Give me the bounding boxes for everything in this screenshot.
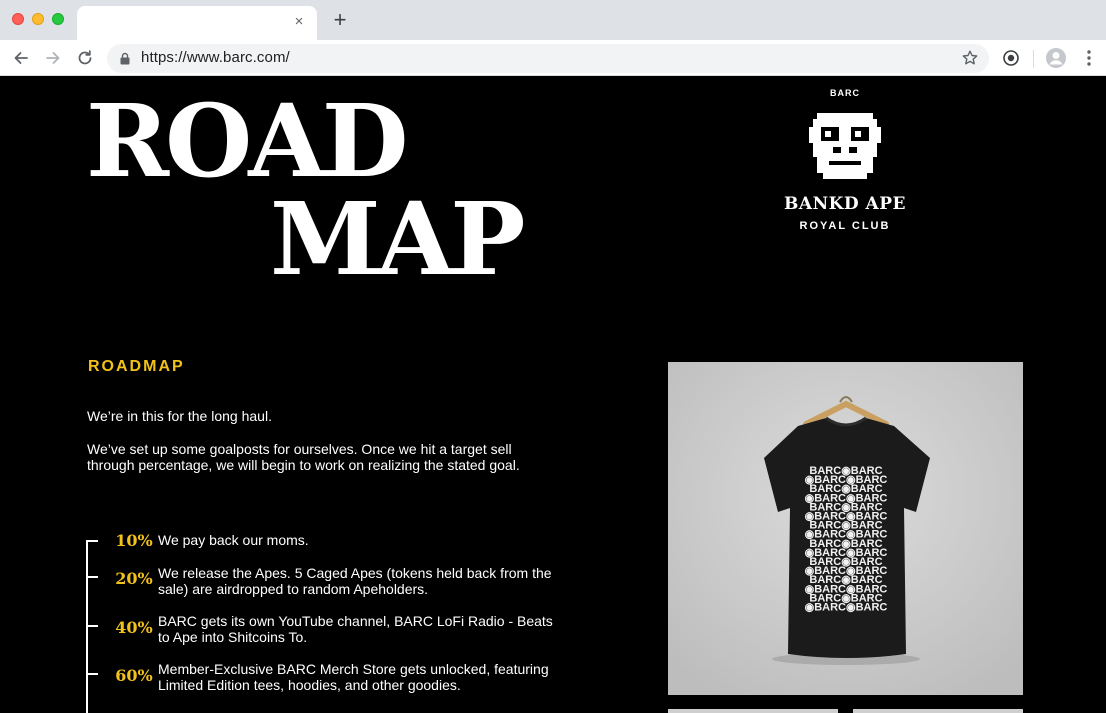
brand-small-label: BARC	[830, 88, 860, 98]
milestone-text: We pay back our moms.	[158, 532, 309, 548]
back-icon[interactable]	[9, 46, 33, 70]
menu-icon[interactable]	[1078, 47, 1100, 69]
maximize-window-button[interactable]	[52, 13, 64, 25]
browser-toolbar: https://www.barc.com/	[0, 40, 1106, 76]
milestone-percent: 60%	[115, 666, 153, 685]
star-icon[interactable]	[961, 49, 979, 67]
ape-logo-icon	[809, 113, 881, 179]
minimize-window-button[interactable]	[32, 13, 44, 25]
new-tab-icon[interactable]: +	[330, 9, 350, 31]
milestone-text: BARC gets its own YouTube channel, BARC …	[158, 613, 553, 645]
toolbar-divider	[1033, 50, 1034, 68]
hero-title-map: MAP	[270, 180, 525, 298]
milestone-text: We release the Apes. 5 Caged Apes (token…	[158, 565, 552, 597]
forward-icon[interactable]	[41, 46, 65, 70]
shirt-print-row: ◉BARC◉BARC	[805, 602, 888, 614]
brand-subtitle: ROYAL CLUB	[799, 220, 891, 232]
section-title: ROADMAP	[88, 358, 185, 375]
reload-icon[interactable]	[73, 46, 97, 70]
close-window-button[interactable]	[12, 13, 24, 25]
gallery-thumbnail[interactable]	[668, 709, 838, 713]
timeline-tick	[86, 540, 98, 542]
extension-icon[interactable]	[1000, 47, 1022, 69]
milestone-percent: 40%	[115, 618, 153, 637]
timeline-tick	[86, 673, 98, 675]
gallery-thumbnail[interactable]	[853, 709, 1023, 713]
intro-text-goals: We’ve set up some goalposts for ourselve…	[87, 441, 520, 473]
milestone-percent: 10%	[115, 531, 153, 550]
lock-icon	[119, 52, 131, 65]
milestone-text: Member-Exclusive BARC Merch Store gets u…	[158, 661, 549, 693]
brand-name: BANKD APE	[784, 194, 906, 214]
shirt-print-pattern: BARC◉BARC◉BARC◉BARCBARC◉BARC◉BARC◉BARCBA…	[805, 465, 888, 614]
browser-tab[interactable]: ×	[77, 6, 317, 40]
intro-text: We’re in this for the long haul.	[87, 408, 272, 424]
milestone-percent: 20%	[115, 569, 153, 588]
address-bar[interactable]: https://www.barc.com/	[107, 44, 989, 73]
profile-icon[interactable]	[1045, 47, 1067, 69]
page-content: ROAD MAP BARC BANKD APE ROYAL CLUB ROADM…	[0, 76, 1106, 713]
url-text: https://www.barc.com/	[141, 49, 290, 66]
tab-bar: × +	[0, 0, 1106, 40]
timeline-tick	[86, 576, 98, 578]
merch-tshirt-photo: BARC◉BARC ◉BARC◉BARC BARC◉BARC ◉BARC◉BARC BA…	[668, 362, 1023, 695]
timeline-tick	[86, 625, 98, 627]
close-tab-icon[interactable]: ×	[291, 14, 307, 30]
